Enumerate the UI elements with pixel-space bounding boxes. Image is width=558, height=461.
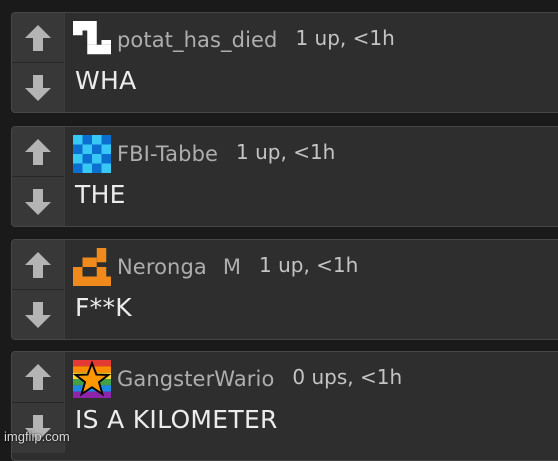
imgflip-watermark: imgflip.com <box>4 429 70 444</box>
comment-text: THE <box>75 180 126 209</box>
upvote-button[interactable] <box>12 13 64 62</box>
comment-meta: 0 ups, <1h <box>292 365 403 389</box>
comment-username[interactable]: FBI-Tabbe <box>117 142 218 166</box>
vote-column <box>12 13 65 112</box>
downvote-button[interactable] <box>12 62 64 112</box>
comment-item: Neronga M 1 up, <1h F**K <box>11 239 558 340</box>
arrow-down-icon <box>25 301 51 328</box>
arrow-down-icon <box>25 74 51 101</box>
comment-meta: 1 up, <1h <box>258 253 359 277</box>
arrow-up-icon <box>25 138 51 165</box>
comment-body: GangsterWario 0 ups, <1h IS A KILOMETER <box>65 352 558 460</box>
comment-text: IS A KILOMETER <box>75 405 278 434</box>
comment-header: GangsterWario 0 ups, <1h <box>73 360 402 398</box>
user-avatar-icon[interactable] <box>73 135 111 173</box>
comment-body: FBI-Tabbe 1 up, <1h THE <box>65 127 558 226</box>
comment-header: FBI-Tabbe 1 up, <1h <box>73 135 335 173</box>
comment-body: Neronga M 1 up, <1h F**K <box>65 240 558 339</box>
comment-item: potat_has_died 1 up, <1h WHA <box>11 12 558 113</box>
user-avatar-icon[interactable] <box>73 248 111 286</box>
user-flair-badge: M <box>222 255 241 279</box>
comment-username[interactable]: GangsterWario <box>117 367 274 391</box>
user-avatar-icon[interactable] <box>73 360 111 398</box>
comment-header: potat_has_died 1 up, <1h <box>73 21 395 59</box>
comment-meta: 1 up, <1h <box>236 140 336 164</box>
comment-item: FBI-Tabbe 1 up, <1h THE <box>11 126 558 227</box>
vote-column <box>12 127 65 226</box>
upvote-button[interactable] <box>12 240 64 289</box>
arrow-down-icon <box>25 188 51 215</box>
arrow-up-icon <box>25 251 51 278</box>
arrow-up-icon <box>25 24 51 51</box>
comment-item: GangsterWario 0 ups, <1h IS A KILOMETER <box>11 351 558 461</box>
downvote-button[interactable] <box>12 289 64 339</box>
arrow-up-icon <box>25 364 51 390</box>
vote-column <box>12 240 65 339</box>
upvote-button[interactable] <box>12 352 64 402</box>
comment-body: potat_has_died 1 up, <1h WHA <box>65 13 558 112</box>
user-avatar-icon[interactable] <box>73 21 111 59</box>
comment-username[interactable]: potat_has_died <box>117 28 277 52</box>
downvote-button[interactable] <box>12 176 64 226</box>
comment-header: Neronga M 1 up, <1h <box>73 248 358 286</box>
comment-meta: 1 up, <1h <box>295 26 395 50</box>
comment-username[interactable]: Neronga <box>117 255 207 279</box>
comment-text: WHA <box>75 66 137 95</box>
comment-text: F**K <box>75 293 132 322</box>
downvote-button[interactable] <box>12 402 64 453</box>
upvote-button[interactable] <box>12 127 64 176</box>
